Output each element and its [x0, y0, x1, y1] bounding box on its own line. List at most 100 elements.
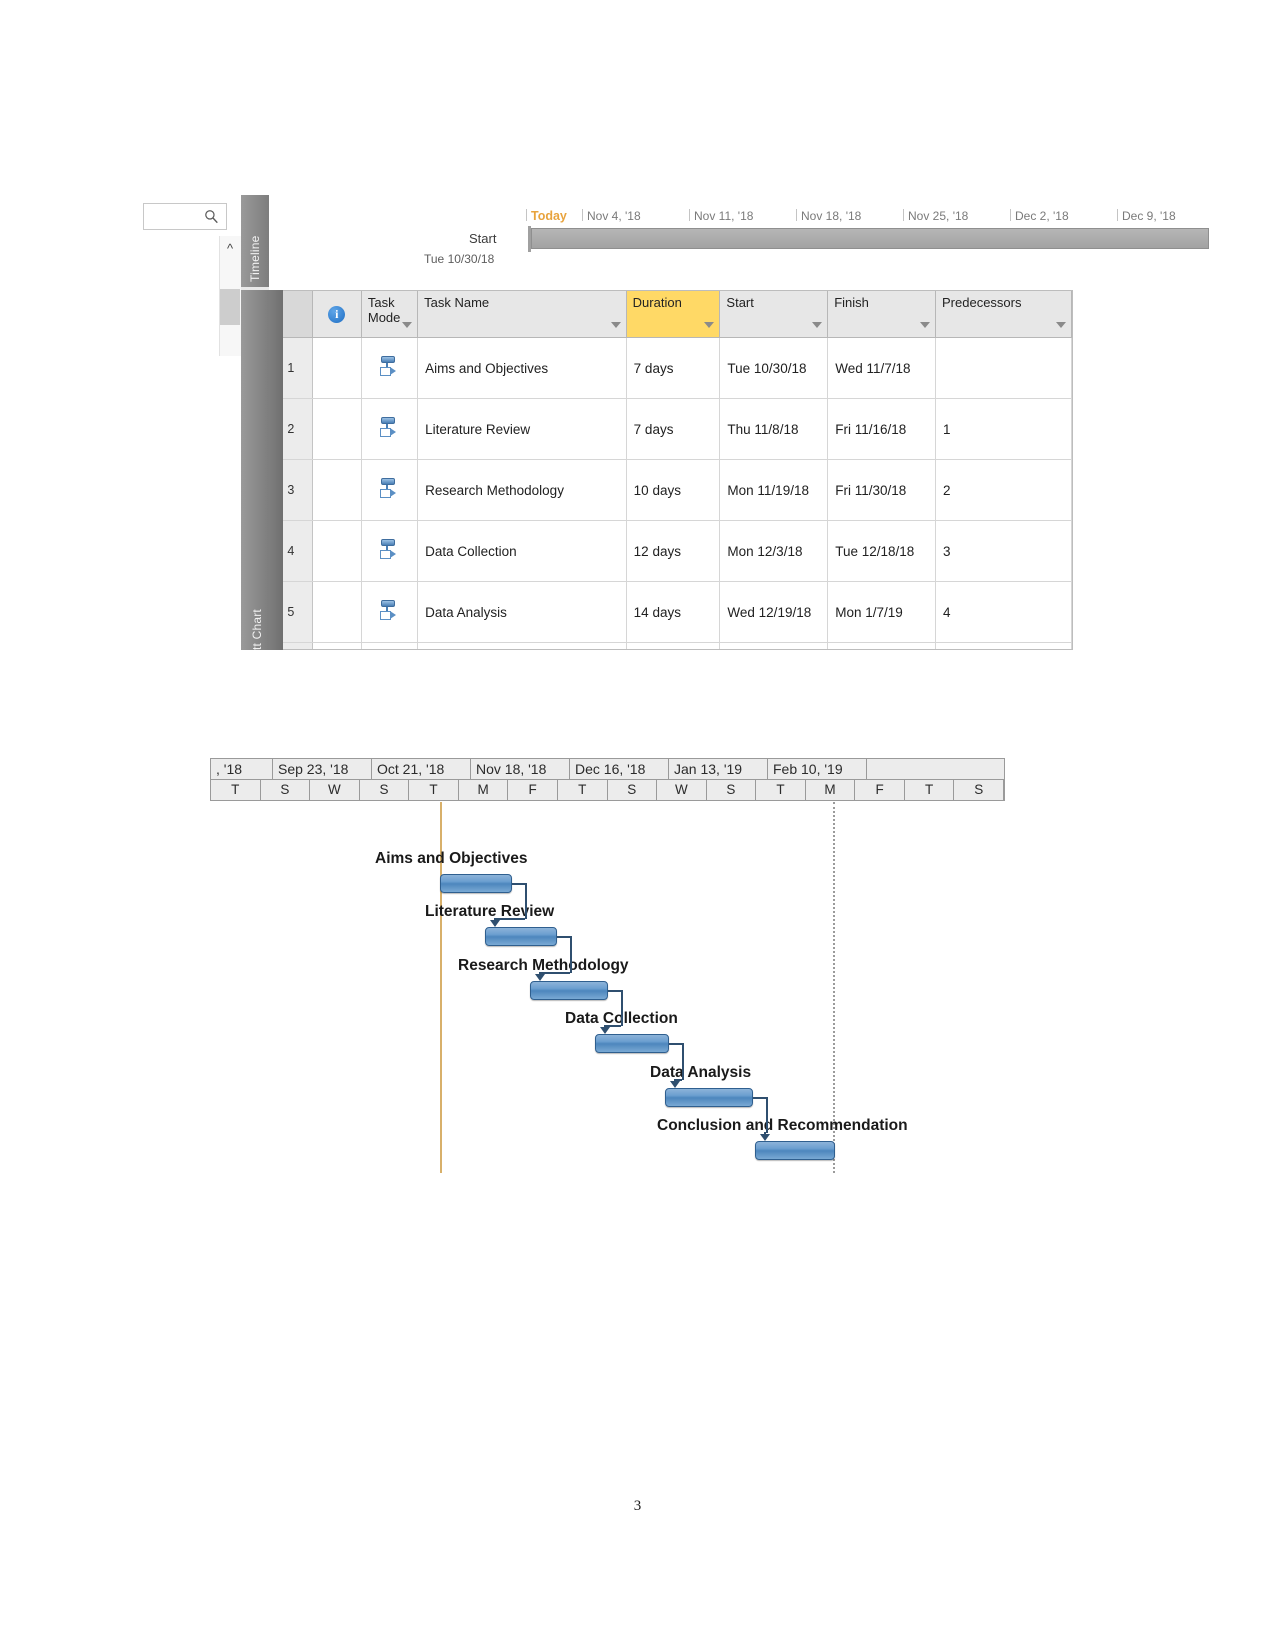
column-header-indicators[interactable]: i	[312, 291, 362, 338]
row-predecessors[interactable]: 1	[935, 398, 1072, 460]
row-indicator[interactable]	[312, 581, 362, 643]
timeline-tick	[796, 209, 797, 221]
row-duration[interactable]: 12 days	[626, 520, 721, 582]
timescale-bottom-tier[interactable]: TSWSTMFTSWSTMFTS	[210, 779, 1005, 801]
row-duration[interactable]: 10 days	[626, 459, 721, 521]
row-predecessors[interactable]: 5	[935, 642, 1072, 649]
row-indicator[interactable]	[312, 520, 362, 582]
timescale-period-cell: , '18	[211, 759, 273, 779]
chevron-down-icon[interactable]	[920, 322, 930, 328]
gantt-canvas[interactable]: Aims and Objectives Literature Review Rese…	[210, 802, 1005, 1173]
row-start[interactable]: Mon 11/19/18	[719, 459, 829, 521]
timescale-day-cell: S	[261, 780, 311, 800]
gantt-bar[interactable]	[530, 981, 608, 1000]
gantt-bar[interactable]	[755, 1141, 835, 1160]
row-task-name[interactable]: Data Collection	[417, 520, 627, 582]
row-start[interactable]: Mon 12/3/18	[719, 520, 829, 582]
row-finish[interactable]: Fri 11/16/18	[827, 398, 936, 460]
row-finish[interactable]: Tue 12/18/18	[827, 520, 936, 582]
row-finish[interactable]: Fri 11/30/18	[827, 459, 936, 521]
dependency-link	[621, 990, 623, 1026]
dependency-arrowhead-icon	[670, 1081, 680, 1088]
gantt-chart-rail-label[interactable]: tt Chart	[250, 570, 264, 650]
collapse-chevron-icon[interactable]: ^	[219, 239, 241, 259]
row-task-name[interactable]: Literature Review	[417, 398, 627, 460]
chevron-down-icon[interactable]	[704, 322, 715, 328]
task-mode-icon[interactable]	[380, 599, 398, 623]
row-task-name[interactable]: Conclusion and Recommendation	[417, 642, 627, 649]
row-duration[interactable]: 7 days	[626, 398, 721, 460]
dependency-arrowhead-icon	[760, 1134, 770, 1141]
table-row[interactable]: 6Conclusion and Recommendation14 daysTue…	[270, 642, 1072, 649]
row-indicator[interactable]	[312, 459, 362, 521]
timeline-date-label: Nov 4, '18	[587, 209, 641, 223]
row-task-name[interactable]: Aims and Objectives	[417, 337, 627, 399]
row-finish[interactable]: Mon 1/7/19	[827, 581, 936, 643]
timeline-tick	[582, 209, 583, 221]
timescale-day-cell: S	[360, 780, 410, 800]
row-indicator[interactable]	[312, 398, 362, 460]
row-duration[interactable]: 14 days	[626, 642, 721, 649]
task-mode-icon[interactable]	[380, 416, 398, 440]
task-mode-icon[interactable]	[380, 538, 398, 562]
row-duration[interactable]: 7 days	[626, 337, 721, 399]
gantt-bar[interactable]	[595, 1034, 669, 1053]
gantt-bar[interactable]	[440, 874, 512, 893]
row-indicator[interactable]	[312, 642, 362, 649]
column-header-task-name[interactable]: Task Name	[417, 291, 627, 338]
task-mode-icon[interactable]	[380, 355, 398, 379]
row-task-name[interactable]: Data Analysis	[417, 581, 627, 643]
row-task-name[interactable]: Research Methodology	[417, 459, 627, 521]
column-header-finish[interactable]: Finish	[827, 291, 936, 338]
column-header-start-label: Start	[726, 295, 754, 310]
column-header-task-mode[interactable]: Task Mode	[361, 291, 419, 338]
row-task-mode[interactable]	[361, 581, 419, 643]
row-predecessors[interactable]	[935, 337, 1072, 399]
row-task-mode[interactable]	[361, 398, 419, 460]
dependency-arrowhead-icon	[490, 920, 500, 927]
chevron-down-icon[interactable]	[812, 322, 823, 328]
grid-left-gutter	[269, 290, 283, 650]
table-row[interactable]: 1 Aims and Objectives 7 days Tue 10/30/18 We…	[270, 337, 1072, 399]
dependency-link	[570, 936, 572, 973]
row-start[interactable]: Wed 12/19/18	[719, 581, 829, 643]
timeline-project-bar[interactable]	[531, 228, 1209, 249]
task-mode-icon[interactable]	[380, 477, 398, 501]
timeline-rail-label[interactable]: Timeline	[248, 202, 262, 282]
row-duration[interactable]: 14 days	[626, 581, 721, 643]
column-header-duration[interactable]: Duration	[626, 291, 721, 338]
timeline-tick	[1010, 209, 1011, 221]
row-finish[interactable]: Wed 11/7/18	[827, 337, 936, 399]
timescale-day-cell: S	[707, 780, 757, 800]
gantt-bar[interactable]	[665, 1088, 753, 1107]
timeline-start-date: Tue 10/30/18	[424, 252, 495, 266]
row-start[interactable]: Thu 11/8/18	[719, 398, 829, 460]
row-task-mode[interactable]	[361, 337, 419, 399]
timescale-period-cell: Sep 23, '18	[273, 759, 372, 779]
table-row[interactable]: 3 Research Methodology 10 days Mon 11/19/18…	[270, 459, 1072, 521]
row-task-mode[interactable]	[361, 642, 419, 649]
row-finish[interactable]: Fri 1/25/19	[827, 642, 936, 649]
table-row[interactable]: 5 Data Analysis 14 days Wed 12/19/18 Mon 1/7…	[270, 581, 1072, 643]
table-row[interactable]: 2 Literature Review 7 days Thu 11/8/18 Fri 1…	[270, 398, 1072, 460]
row-start[interactable]: Tue 1/8/19	[719, 642, 829, 649]
row-task-mode[interactable]	[361, 520, 419, 582]
row-predecessors[interactable]: 3	[935, 520, 1072, 582]
search-input[interactable]	[143, 203, 227, 230]
column-header-start[interactable]: Start	[719, 291, 829, 338]
scrollbar-thumb[interactable]	[220, 289, 240, 325]
view-rail: Timeline tt Chart	[241, 195, 269, 650]
row-predecessors[interactable]: 4	[935, 581, 1072, 643]
row-start[interactable]: Tue 10/30/18	[719, 337, 829, 399]
row-indicator[interactable]	[312, 337, 362, 399]
timescale-top-tier[interactable]: , '18 Sep 23, '18 Oct 21, '18 Nov 18, '18 De…	[210, 758, 1005, 780]
table-row[interactable]: 4 Data Collection 12 days Mon 12/3/18 Tue 12…	[270, 520, 1072, 582]
column-header-duration-label: Duration	[632, 295, 682, 310]
chevron-down-icon[interactable]	[402, 322, 413, 328]
chevron-down-icon[interactable]	[1056, 322, 1066, 328]
gantt-bar[interactable]	[485, 927, 557, 946]
column-header-predecessors[interactable]: Predecessors	[935, 291, 1072, 338]
row-task-mode[interactable]	[361, 459, 419, 521]
row-predecessors[interactable]: 2	[935, 459, 1072, 521]
chevron-down-icon[interactable]	[610, 322, 621, 328]
